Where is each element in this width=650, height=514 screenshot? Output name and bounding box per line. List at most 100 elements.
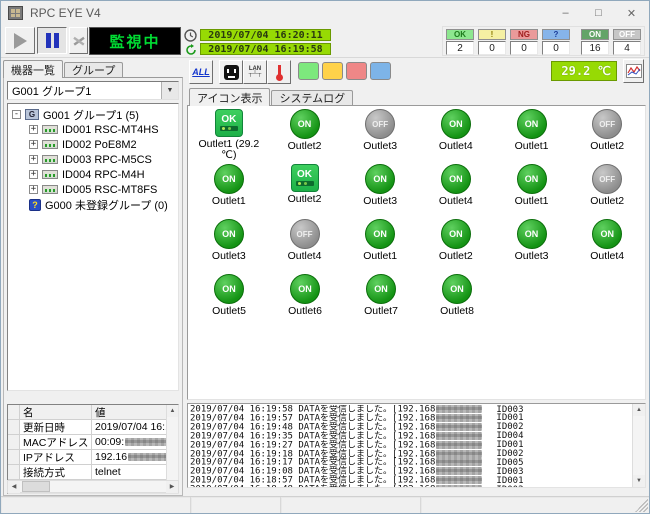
filter-yellow-button[interactable] xyxy=(322,62,343,80)
outlet-on-icon[interactable]: ON xyxy=(592,219,622,249)
group-select[interactable]: G001 グループ1 ▼ xyxy=(7,81,179,100)
log-vscrollbar[interactable]: ▲ ▼ xyxy=(632,404,645,487)
tab-icon-view[interactable]: アイコン表示 xyxy=(189,88,270,106)
status-segment xyxy=(281,497,421,513)
resize-grip[interactable] xyxy=(635,499,648,512)
outlet-on-icon[interactable]: ON xyxy=(214,274,244,304)
outlet-cell[interactable]: ONOutlet4 xyxy=(569,219,645,274)
outlet-on-icon[interactable]: ON xyxy=(442,274,472,304)
outlet-on-icon[interactable]: ON xyxy=(290,109,320,139)
hscroll-thumb[interactable] xyxy=(22,481,50,492)
start-button[interactable] xyxy=(5,27,35,54)
device-ok-icon[interactable]: OK xyxy=(291,164,319,192)
main-toolbar: 監視中 2019/07/04 16:20:11 2019/07/04 16:19… xyxy=(1,25,649,58)
temperature-graph-button[interactable] xyxy=(623,59,644,83)
outlet-cell[interactable]: OFFOutlet3 xyxy=(342,109,418,164)
close-button[interactable]: ✕ xyxy=(615,2,648,24)
scroll-right-icon[interactable]: ▶ xyxy=(166,481,178,493)
outlet-on-icon[interactable]: ON xyxy=(214,164,244,194)
outlet-on-icon[interactable]: ON xyxy=(441,109,471,139)
outlet-off-icon[interactable]: OFF xyxy=(592,164,622,194)
tree-item-2[interactable]: +ID002 PoE8M2 xyxy=(8,137,178,152)
outlet-on-icon[interactable]: ON xyxy=(365,219,395,249)
chevron-down-icon[interactable]: ▼ xyxy=(161,82,178,99)
expand-icon[interactable]: + xyxy=(29,155,38,164)
redacted-ip xyxy=(436,405,482,413)
outlet-cell[interactable]: ONOutlet1 xyxy=(342,219,418,274)
tab-group[interactable]: グループ xyxy=(64,62,123,77)
tab-system-log[interactable]: システムログ xyxy=(271,90,353,105)
outlet-on-icon[interactable]: ON xyxy=(290,274,320,304)
filter-lan-button[interactable]: LAN┬┴┬ xyxy=(243,60,267,84)
outlet-cell[interactable]: ONOutlet3 xyxy=(342,164,418,219)
outlet-on-icon[interactable]: ON xyxy=(517,219,547,249)
outlet-cell[interactable]: ONOutlet4 xyxy=(418,109,494,164)
counter-off-value: 4 xyxy=(613,41,641,55)
outlet-cell[interactable]: ONOutlet1 xyxy=(191,164,267,219)
expand-icon[interactable]: + xyxy=(29,140,38,149)
collapse-icon[interactable]: - xyxy=(12,110,21,119)
outlet-cell[interactable]: ONOutlet3 xyxy=(191,219,267,274)
settings-button[interactable] xyxy=(69,27,88,54)
outlet-cell[interactable]: ONOutlet4 xyxy=(418,164,494,219)
outlet-cell[interactable]: OFFOutlet2 xyxy=(569,109,645,164)
outlet-off-icon[interactable]: OFF xyxy=(592,109,622,139)
property-table-hscrollbar[interactable]: ◀ ▶ xyxy=(7,480,179,493)
pause-button[interactable] xyxy=(37,27,67,54)
tree-item-6[interactable]: ?G000 未登録グループ (0) xyxy=(8,197,178,212)
outlet-cell[interactable]: ONOutlet7 xyxy=(343,274,419,329)
scroll-up-icon[interactable]: ▲ xyxy=(167,405,179,417)
scroll-left-icon[interactable]: ◀ xyxy=(8,481,20,493)
log-device-id: ID002 xyxy=(496,485,523,487)
scroll-up-icon[interactable]: ▲ xyxy=(633,404,645,416)
outlet-cell[interactable]: OFFOutlet2 xyxy=(569,164,645,219)
outlet-cell[interactable]: ONOutlet1 xyxy=(494,109,570,164)
filter-green-button[interactable] xyxy=(298,62,319,80)
scroll-down-icon[interactable]: ▼ xyxy=(633,475,645,487)
maximize-button[interactable]: □ xyxy=(582,2,615,24)
tree-item-3[interactable]: + ID003 RPC-M5CS xyxy=(8,152,178,167)
device-ok-icon[interactable]: OK xyxy=(215,109,243,137)
minimize-button[interactable]: – xyxy=(549,2,582,24)
property-row[interactable]: IPアドレス192.16 xyxy=(8,450,178,465)
outlet-on-icon[interactable]: ON xyxy=(517,164,547,194)
outlet-cell[interactable]: ONOutlet8 xyxy=(419,274,495,329)
tree-item-1[interactable]: +ID001 RSC-MT4HS xyxy=(8,122,178,137)
outlet-cell[interactable]: ONOutlet2 xyxy=(267,109,343,164)
filter-outlet-button[interactable] xyxy=(219,60,243,84)
tree-label: ID003 RPC-M5CS xyxy=(62,154,152,166)
outlet-on-icon[interactable]: ON xyxy=(441,164,471,194)
tree-item-4[interactable]: +ID004 RPC-M4H xyxy=(8,167,178,182)
app-window: RPC EYE V4 – □ ✕ 監視中 2019/07/04 16:20:11 xyxy=(0,0,650,514)
outlet-off-icon[interactable]: OFF xyxy=(290,219,320,249)
property-row[interactable]: MACアドレス00:09: xyxy=(8,435,178,450)
expand-icon[interactable]: + xyxy=(29,170,38,179)
outlet-cell[interactable]: ONOutlet1 xyxy=(494,164,570,219)
filter-red-button[interactable] xyxy=(346,62,367,80)
outlet-off-icon[interactable]: OFF xyxy=(365,109,395,139)
outlet-grid: OKOutlet1 (29.2 ℃)ONOutlet2OFFOutlet3ONO… xyxy=(188,109,645,329)
filter-temperature-button[interactable] xyxy=(267,60,291,84)
outlet-cell[interactable]: ONOutlet5 xyxy=(191,274,267,329)
filter-all-button[interactable]: ALL xyxy=(189,60,213,84)
outlet-cell[interactable]: OKOutlet2 xyxy=(267,164,343,219)
expand-icon[interactable]: + xyxy=(29,125,38,134)
filter-blue-button[interactable] xyxy=(370,62,391,80)
outlet-on-icon[interactable]: ON xyxy=(365,164,395,194)
outlet-cell[interactable]: ONOutlet6 xyxy=(267,274,343,329)
tab-device-list[interactable]: 機器一覧 xyxy=(3,60,63,78)
outlet-cell[interactable]: OKOutlet1 (29.2 ℃) xyxy=(191,109,267,164)
tree-item-0[interactable]: -GG001 グループ1 (5) xyxy=(8,107,178,122)
outlet-on-icon[interactable]: ON xyxy=(441,219,471,249)
outlet-on-icon[interactable]: ON xyxy=(366,274,396,304)
outlet-cell[interactable]: ONOutlet2 xyxy=(418,219,494,274)
tree-item-5[interactable]: +ID005 RSC-MT8FS xyxy=(8,182,178,197)
outlet-cell[interactable]: ONOutlet3 xyxy=(494,219,570,274)
outlet-on-icon[interactable]: ON xyxy=(517,109,547,139)
row-selector xyxy=(8,420,20,434)
expand-icon[interactable]: + xyxy=(29,185,38,194)
property-row[interactable]: 接続方式telnet xyxy=(8,465,178,480)
outlet-cell[interactable]: OFFOutlet4 xyxy=(267,219,343,274)
property-row[interactable]: 更新日時2019/07/04 16:13:27 xyxy=(8,420,178,435)
outlet-on-icon[interactable]: ON xyxy=(214,219,244,249)
